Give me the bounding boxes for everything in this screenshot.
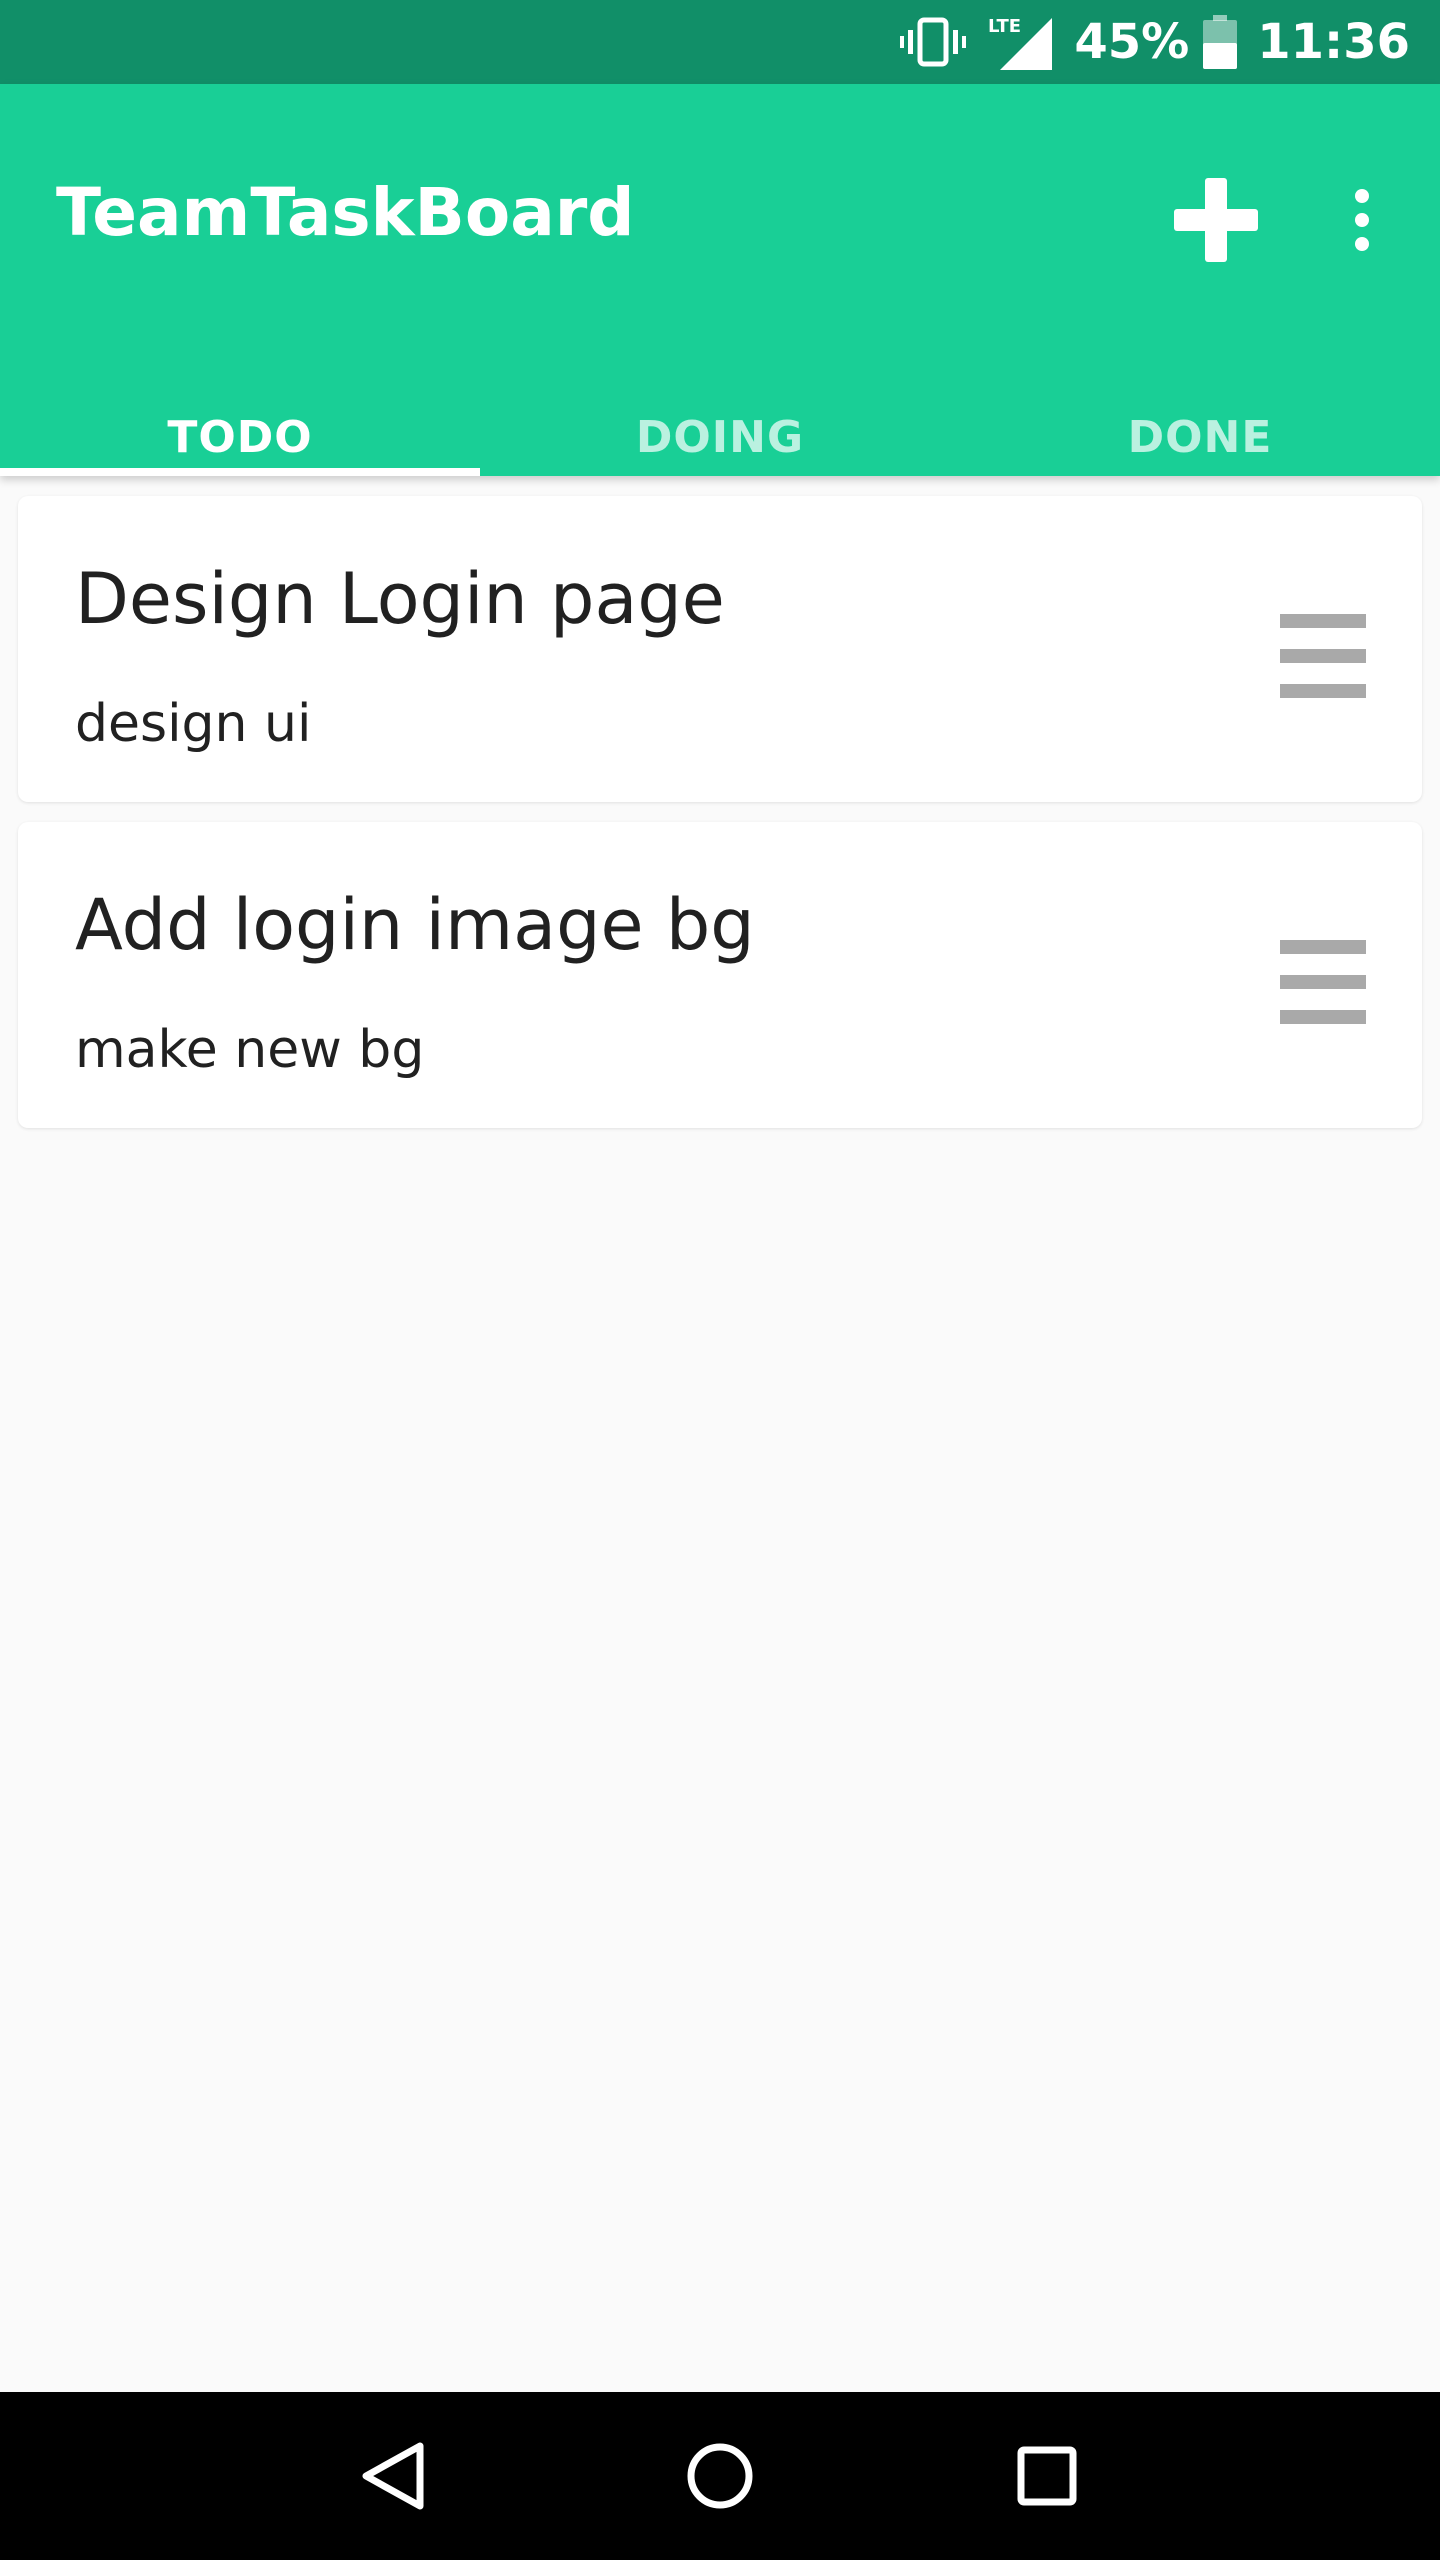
back-button[interactable] [333,2416,453,2536]
tab-label: DOING [635,412,805,463]
battery-icon [1203,15,1238,69]
tab-bar: TODO DOING DONE [0,392,1440,476]
recents-button[interactable] [987,2416,1107,2536]
status-bar: LTE 45% 11:36 [0,0,1440,84]
home-button[interactable] [660,2416,780,2536]
tab-done[interactable]: DONE [960,392,1440,476]
recents-icon [1017,2446,1077,2506]
task-title: Add login image bg [75,884,755,966]
home-icon [687,2443,753,2509]
task-title: Design Login page [75,558,725,640]
more-vert-icon [1355,189,1369,251]
tab-doing[interactable]: DOING [480,392,960,476]
screen: LTE 45% 11:36 TeamTaskBoard TODO DOING D… [0,0,1440,2560]
tab-indicator [0,468,480,476]
task-card[interactable]: Design Login page design ui [18,496,1422,802]
add-task-button[interactable] [1160,164,1272,276]
battery-percent: 45% [1074,14,1190,70]
tab-todo[interactable]: TODO [0,392,480,476]
task-description: design ui [75,694,312,754]
app-bar: TeamTaskBoard TODO DOING DONE [0,84,1440,476]
vibrate-icon [900,16,967,68]
task-description: make new bg [75,1020,425,1080]
lte-signal-icon: LTE [988,14,1053,70]
app-title: TeamTaskBoard [56,174,635,251]
status-time: 11:36 [1257,14,1410,70]
system-nav-bar [0,2392,1440,2560]
overflow-menu-button[interactable] [1322,164,1402,276]
back-icon [362,2442,424,2510]
task-list: Design Login page design ui Add login im… [0,476,1440,2392]
network-label: LTE [988,16,1021,37]
tab-label: TODO [167,412,313,463]
task-card[interactable]: Add login image bg make new bg [18,822,1422,1128]
tab-label: DONE [1127,412,1273,463]
drag-handle-icon[interactable] [1268,606,1378,706]
drag-handle-icon[interactable] [1268,932,1378,1032]
add-icon [1174,178,1258,262]
